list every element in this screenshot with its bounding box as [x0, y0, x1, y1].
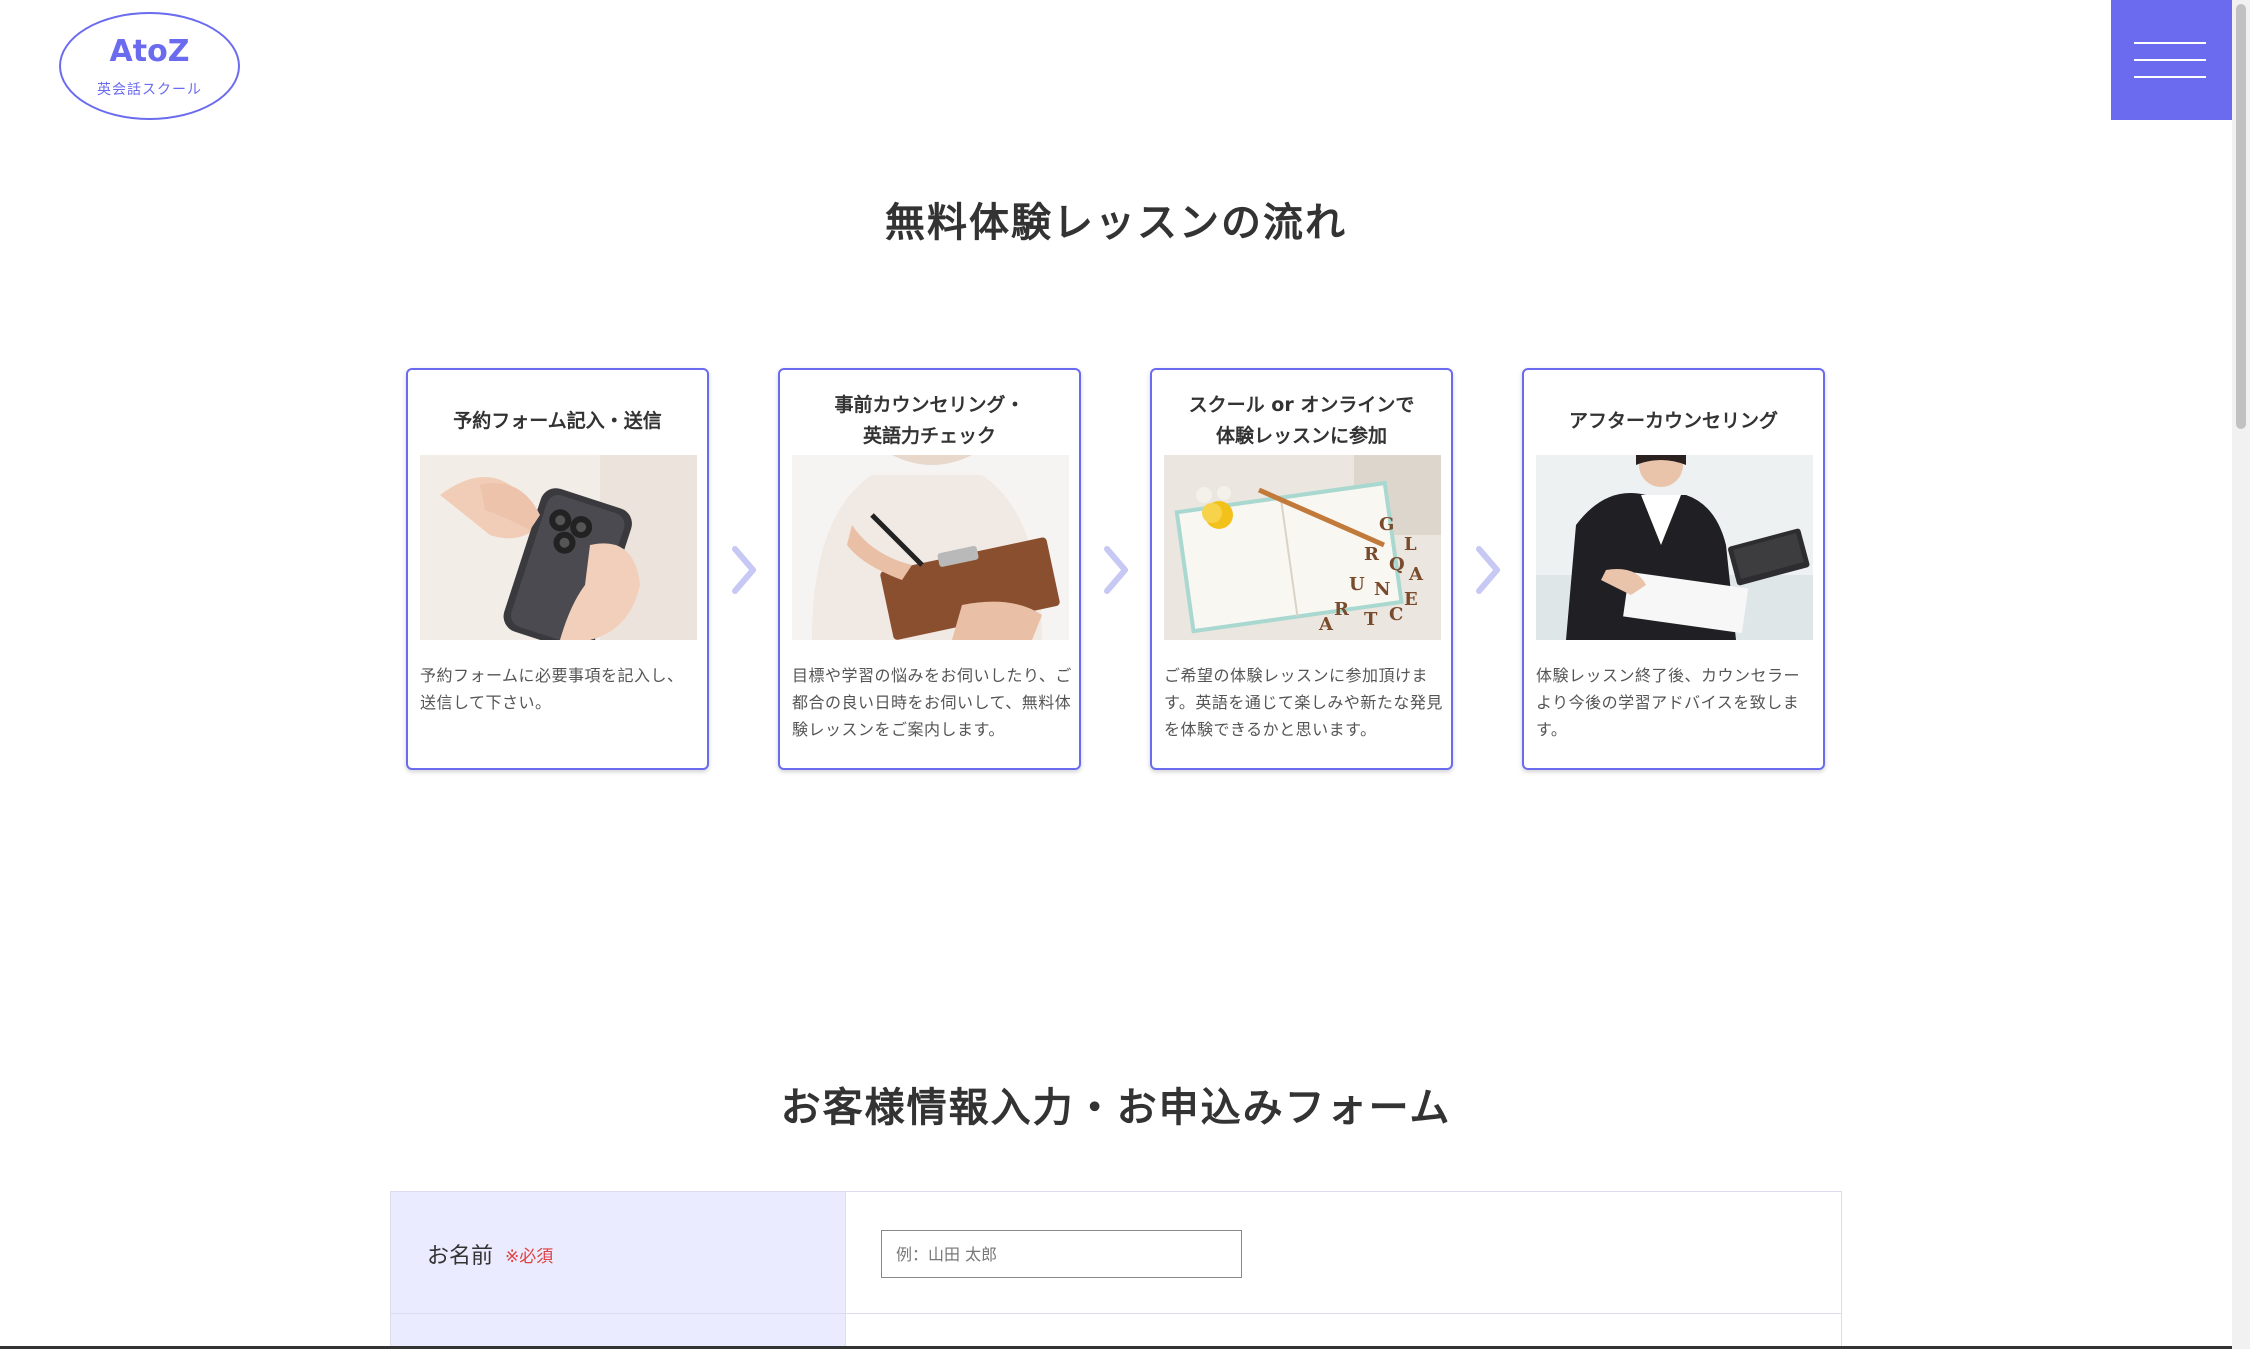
step-image-businesswoman — [1536, 455, 1813, 640]
step-image-smartphone — [420, 455, 697, 640]
flow-step-card-1: 予約フォーム記入・送信 予約フォームに必要事項を記入し、送信して下さい。 — [406, 368, 709, 770]
svg-text:L: L — [1404, 534, 1417, 555]
hamburger-menu-icon-line — [2134, 76, 2206, 78]
svg-text:R: R — [1364, 544, 1380, 565]
form-label-cell — [391, 1314, 846, 1349]
logo-subtitle: 英会話スクール — [97, 82, 202, 98]
step-image-clipboard — [792, 455, 1069, 640]
flow-step-card-2: 事前カウンセリング・ 英語力チェック 目標や学習の悩みをお伺いしたり、ご都合の良… — [778, 368, 1081, 770]
form-label-cell: お名前 ※必須 — [391, 1192, 846, 1313]
svg-text:R: R — [1334, 599, 1350, 620]
step-description: 体験レッスン終了後、カウンセラーより今後の学習アドバイスを致します。 — [1536, 666, 1801, 739]
svg-text:G: G — [1379, 514, 1394, 535]
step-description: ご希望の体験レッスンに参加頂けます。英語を通じて楽しみや新たな発見を体験できるか… — [1164, 666, 1443, 739]
form-section-title: お客様情報入力・お申込みフォーム — [780, 1085, 1452, 1131]
svg-text:U: U — [1349, 574, 1365, 595]
flow-step-card-4: アフターカウンセリング 体験レッスン終了後、カウンセラーより今後の学習アドバイス… — [1522, 368, 1825, 770]
step-description: 目標や学習の悩みをお伺いしたり、ご都合の良い日時をお伺いして、無料体験レッスンを… — [792, 666, 1072, 739]
step-title: 予約フォーム記入・送信 — [453, 409, 662, 432]
svg-text:T: T — [1364, 609, 1378, 630]
chevron-right-icon[interactable] — [1473, 545, 1503, 595]
step-title: アフターカウンセリング — [1568, 409, 1778, 432]
step-description: 予約フォームに必要事項を記入し、送信して下さい。 — [420, 666, 684, 712]
svg-text:A: A — [1318, 614, 1334, 635]
hamburger-menu-button[interactable] — [2111, 0, 2232, 120]
logo-title: AtoZ — [109, 34, 190, 69]
flow-section-title: 無料体験レッスンの流れ — [885, 200, 1347, 246]
required-badge: ※必須 — [505, 1247, 554, 1267]
scrollbar-thumb[interactable] — [2236, 4, 2246, 429]
step-title: スクール or オンラインで 体験レッスンに参加 — [1188, 394, 1415, 447]
svg-text:Q: Q — [1389, 554, 1405, 575]
vertical-scrollbar[interactable] — [2232, 0, 2250, 1349]
svg-text:A: A — [1408, 564, 1424, 585]
chevron-right-icon[interactable] — [729, 545, 759, 595]
svg-text:N: N — [1374, 579, 1390, 600]
form-row-next — [391, 1314, 1841, 1349]
svg-text:C: C — [1389, 604, 1403, 625]
hamburger-menu-icon — [2134, 42, 2206, 44]
chevron-right-icon[interactable] — [1101, 545, 1131, 595]
form-row-name: お名前 ※必須 — [391, 1192, 1841, 1314]
hamburger-menu-icon-line — [2134, 59, 2206, 61]
flow-step-card-3: スクール or オンラインで 体験レッスンに参加 GLR QUN ART CAE… — [1150, 368, 1453, 770]
site-logo[interactable]: AtoZ 英会話スクール — [59, 12, 240, 120]
svg-text:E: E — [1404, 589, 1418, 610]
step-title: 事前カウンセリング・ 英語力チェック — [834, 394, 1025, 447]
application-form: お名前 ※必須 — [390, 1191, 1842, 1349]
name-field-label: お名前 — [427, 1244, 494, 1269]
step-image-notebook-letters: GLR QUN ART CAE — [1164, 455, 1441, 640]
name-input[interactable] — [881, 1230, 1242, 1278]
